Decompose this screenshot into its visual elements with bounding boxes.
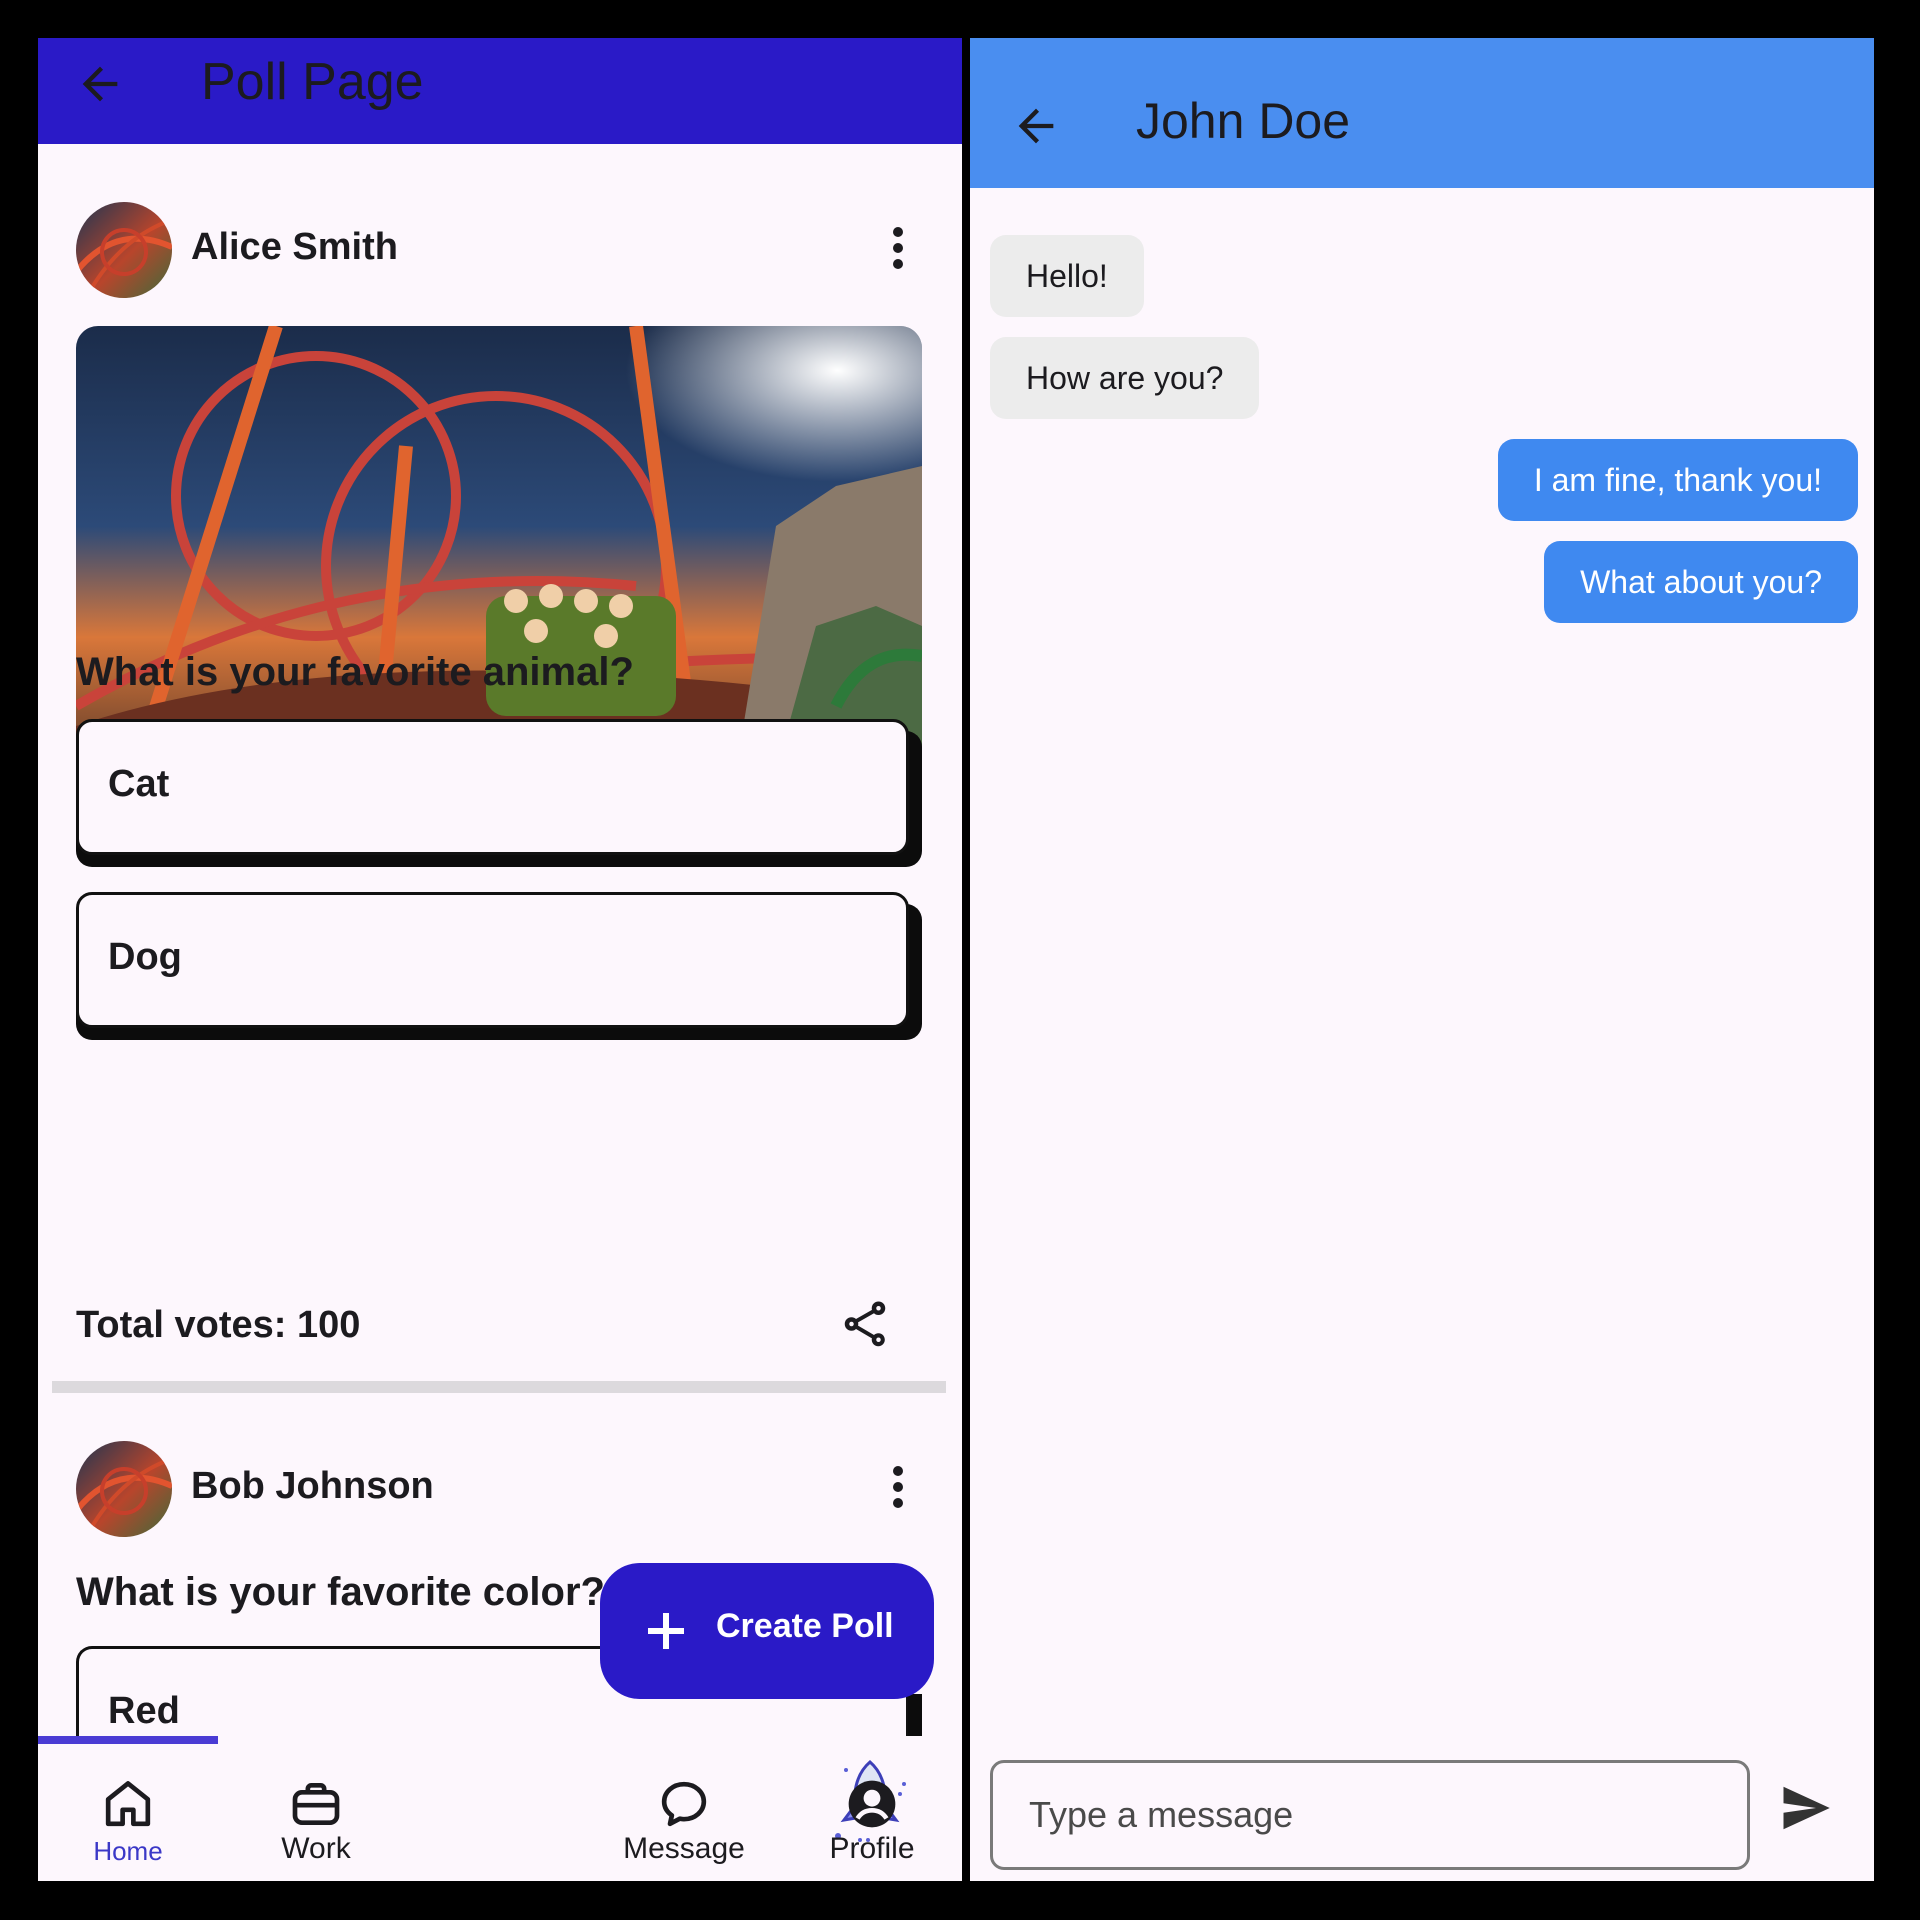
nav-item-message[interactable]: Message <box>594 1736 774 1881</box>
post-author-row: Alice Smith <box>76 202 926 298</box>
chat-app-bar: John Doe <box>970 38 1874 188</box>
outgoing-message: I am fine, thank you! <box>1497 439 1858 521</box>
avatar[interactable] <box>76 1441 172 1537</box>
post-image <box>76 326 922 771</box>
more-vert-icon[interactable] <box>888 224 908 272</box>
plus-icon <box>648 1613 684 1649</box>
post-author-row: Bob Johnson <box>76 1441 926 1537</box>
chat-screen: John Doe Hello! How are you? I am fine, … <box>970 38 1874 1881</box>
poll-option[interactable]: Cat <box>76 719 922 867</box>
create-poll-button[interactable]: Create Poll <box>600 1563 934 1699</box>
poll-page-screen: Poll Page Alice Smith What is your favor… <box>38 38 962 1881</box>
create-poll-label: Create Poll <box>716 1607 894 1645</box>
nav-item-launch[interactable] <box>410 1736 906 1881</box>
outgoing-message: What about you? <box>1544 541 1858 623</box>
poll-page-app-bar: Poll Page <box>38 38 962 144</box>
nav-item-work[interactable]: Work <box>226 1736 406 1881</box>
briefcase-icon <box>292 1783 340 1825</box>
nav-item-profile[interactable]: Profile <box>782 1736 962 1881</box>
post-divider <box>52 1381 946 1393</box>
poll-option-label: Red <box>108 1690 180 1732</box>
author-name: Bob Johnson <box>191 1465 434 1507</box>
arrow-left-icon[interactable] <box>74 58 126 110</box>
arrow-left-icon[interactable] <box>1010 100 1062 152</box>
page-title: Poll Page <box>201 53 424 111</box>
poll-option[interactable]: Dog <box>76 892 922 1040</box>
share-icon[interactable] <box>838 1297 892 1351</box>
poll-question: What is your favorite animal? <box>76 650 634 694</box>
author-name: Alice Smith <box>191 226 398 268</box>
incoming-message: How are you? <box>990 337 1260 419</box>
contact-name: John Doe <box>1136 93 1351 149</box>
send-icon[interactable] <box>1776 1778 1836 1838</box>
poll-option-label: Dog <box>108 936 182 978</box>
incoming-message: Hello! <box>990 235 1144 317</box>
message-input[interactable] <box>993 1763 1747 1867</box>
bottom-navigation: Home Work Message Profile <box>38 1736 962 1881</box>
message-input-field <box>990 1760 1750 1870</box>
total-votes: Total votes: 100 <box>76 1304 361 1346</box>
home-icon <box>105 1781 151 1827</box>
poll-option-label: Cat <box>108 763 170 805</box>
poll-question: What is your favorite color? <box>76 1570 605 1614</box>
more-vert-icon[interactable] <box>888 1463 908 1511</box>
profile-icon <box>848 1780 896 1828</box>
avatar[interactable] <box>76 202 172 298</box>
nav-item-home[interactable]: Home <box>38 1736 218 1881</box>
chat-bubble-icon <box>661 1781 707 1827</box>
